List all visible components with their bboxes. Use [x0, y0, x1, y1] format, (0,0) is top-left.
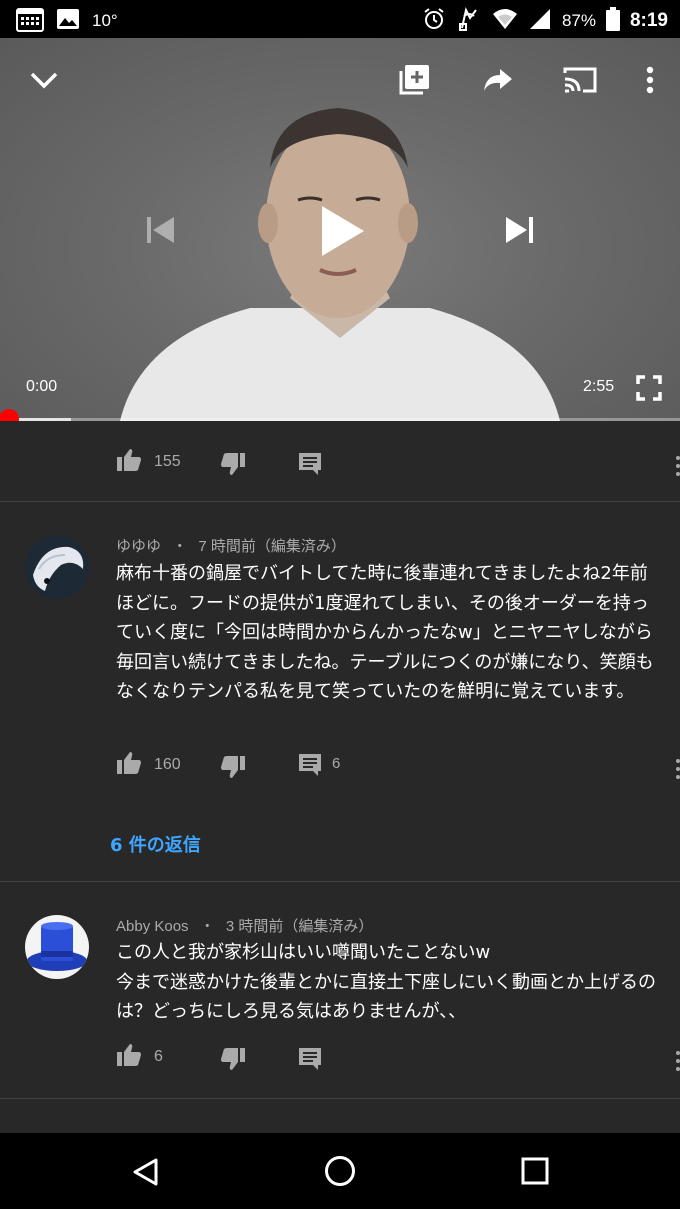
status-left: 10° [16, 6, 118, 36]
reply-button[interactable] [298, 452, 322, 480]
author-name[interactable]: ゆゆゆ [116, 538, 161, 555]
current-time: 0:00 [26, 378, 58, 395]
like-button[interactable]: 6 [116, 1043, 163, 1071]
back-icon[interactable] [124, 1151, 166, 1193]
navigation-bar [0, 1133, 680, 1209]
thumbs-up-icon [116, 1043, 142, 1071]
view-replies-link[interactable]: 6 件の返信 [110, 831, 201, 857]
clock: 8:19 [629, 10, 668, 31]
avatar[interactable] [25, 535, 89, 599]
home-icon[interactable] [319, 1150, 361, 1192]
comment-icon [298, 1047, 322, 1075]
comment-text-line: この人と我が家杉山はいい噂聞いたことないw [116, 942, 491, 963]
avatar[interactable] [25, 915, 89, 979]
thumbs-down-icon [220, 452, 246, 480]
video-player[interactable]: 0:00 2:55 [0, 38, 680, 421]
more-options-icon[interactable] [638, 60, 662, 100]
like-button[interactable]: 155 [116, 448, 181, 476]
signal-icon [528, 8, 552, 34]
comment-meta: ゆゆゆ ・ 7 時間前（編集済み） [116, 535, 346, 556]
dislike-button[interactable] [220, 452, 246, 480]
comment-actions: 6 [116, 1043, 680, 1075]
divider [0, 501, 680, 502]
status-bar: 10° 87% 8:19 [0, 0, 680, 38]
battery-percent: 87% [561, 11, 596, 30]
comment-menu-icon[interactable] [672, 755, 680, 783]
meta-separator: ・ [199, 918, 215, 935]
calendar-icon [16, 6, 44, 36]
comment-icon [298, 452, 322, 480]
divider [0, 1098, 680, 1099]
recents-icon[interactable] [514, 1150, 556, 1192]
battery-icon [605, 7, 620, 35]
dislike-button[interactable] [220, 1047, 246, 1075]
comment-icon [298, 753, 322, 781]
like-button[interactable]: 160 [116, 751, 181, 779]
like-count: 155 [154, 453, 181, 470]
comment-actions: 160 6 [116, 751, 680, 783]
divider [0, 881, 680, 882]
reply-button[interactable]: 6 [298, 753, 340, 781]
comment-time: 3 時間前（編集済み） [225, 918, 374, 935]
comment-text: 麻布十番の鍋屋でバイトしてた時に後輩連れてきましたよね2年前ほどに。フードの提供… [116, 563, 654, 702]
status-right: 87% 8:19 [422, 6, 668, 36]
comment-text: この人と我が家杉山はいい噂聞いたことないw 今まで迷惑かけた後輩とかに直接土下座… [116, 938, 656, 1027]
previous-icon [138, 208, 182, 252]
add-to-playlist-icon[interactable] [394, 60, 434, 100]
like-count: 160 [154, 756, 181, 773]
cast-icon[interactable] [558, 60, 602, 100]
nfc-icon [456, 6, 482, 36]
temperature-text: 10° [92, 11, 118, 30]
like-count: 6 [154, 1048, 163, 1065]
dislike-button[interactable] [220, 755, 246, 783]
comment-menu-icon[interactable] [672, 452, 680, 480]
comment-text-line: 今まで迷惑かけた後輩とかに直接土下座しにいく動画とか上げるのは？どっちにしろ見る… [116, 971, 656, 1023]
thumbs-down-icon [220, 755, 246, 783]
image-icon [56, 8, 80, 34]
reply-count: 6 [332, 754, 341, 772]
alarm-icon [422, 7, 446, 35]
wifi-icon [492, 8, 518, 34]
thumbs-up-icon [116, 448, 142, 476]
comments-section: 155 ゆゆゆ ・ 7 時間前（編集済み） 麻布十番の鍋屋でバイトしてた時に後輩… [0, 421, 680, 1133]
comment-actions: 155 [116, 448, 680, 480]
author-name[interactable]: Abby Koos [116, 918, 189, 935]
collapse-chevron-icon[interactable] [24, 60, 64, 100]
reply-button[interactable] [298, 1047, 322, 1075]
meta-separator: ・ [172, 538, 188, 555]
fullscreen-icon[interactable] [632, 371, 666, 405]
comment-meta: Abby Koos ・ 3 時間前（編集済み） [116, 915, 373, 936]
next-icon[interactable] [498, 208, 542, 252]
duration: 2:55 [583, 378, 615, 395]
share-icon[interactable] [478, 60, 518, 100]
play-icon[interactable] [310, 198, 376, 264]
thumbs-down-icon [220, 1047, 246, 1075]
comment-time: 7 時間前（編集済み） [198, 538, 346, 555]
thumbs-up-icon [116, 751, 142, 779]
comment-menu-icon[interactable] [672, 1047, 680, 1075]
